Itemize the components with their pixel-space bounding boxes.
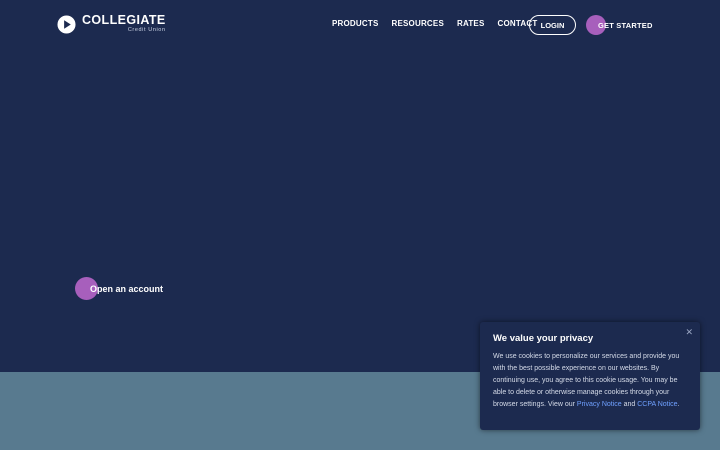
privacy-notice-link[interactable]: Privacy Notice [577, 401, 622, 408]
main-nav: PRODUCTS RESOURCES RATES CONTACT [332, 19, 537, 28]
nav-item-products[interactable]: PRODUCTS [332, 19, 379, 28]
nav-item-rates[interactable]: RATES [457, 19, 485, 28]
brand-text: COLLEGIATE Credit Union [82, 14, 166, 34]
brand-subtitle: Credit Union [127, 27, 166, 33]
cookie-consent-banner: ✕ We value your privacy We use cookies t… [480, 322, 700, 430]
nav-item-resources[interactable]: RESOURCES [392, 19, 444, 28]
cookie-end-punct: . [677, 401, 680, 408]
ccpa-notice-link[interactable]: CCPA Notice [637, 401, 677, 408]
cookie-body: We use cookies to personalize our servic… [493, 351, 687, 411]
brand-logo[interactable]: COLLEGIATE Credit Union [57, 14, 166, 34]
login-button[interactable]: LOGIN [529, 15, 576, 35]
get-started-button[interactable]: GET STARTED [586, 15, 653, 35]
close-icon[interactable]: ✕ [685, 327, 693, 337]
open-account-button[interactable]: Open an account [75, 277, 163, 300]
brand-name: COLLEGIATE [82, 13, 166, 27]
play-triangle-logo-icon [57, 14, 76, 34]
open-account-label: Open an account [90, 283, 164, 294]
site-header: COLLEGIATE Credit Union PRODUCTS RESOURC… [0, 0, 720, 50]
cookie-body-text: We use cookies to personalize our servic… [493, 353, 680, 408]
hero-section [0, 0, 720, 372]
get-started-label: GET STARTED [598, 20, 653, 30]
cookie-and-text: and [623, 401, 636, 408]
cookie-title: We value your privacy [493, 333, 594, 344]
